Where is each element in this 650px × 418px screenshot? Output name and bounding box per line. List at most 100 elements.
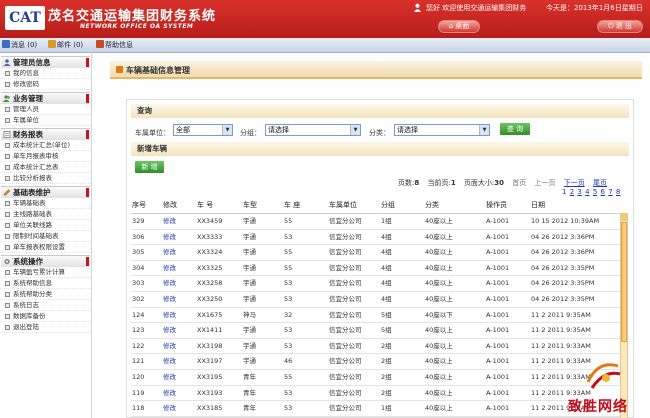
sidebar-item-cost-summary-unit[interactable]: 成本统计汇总(单位) xyxy=(0,140,91,151)
sidebar-item-help-category[interactable]: 系统帮助分类 xyxy=(0,289,91,300)
page-number-link[interactable]: 3 xyxy=(577,188,581,196)
next-page-link[interactable]: 下一页 xyxy=(564,179,585,187)
table-row: 304 修改 XX3325 宇通 55 信宜分公司 4组 40座以上 A-1001 04 26 2… xyxy=(131,261,621,277)
table-cell: XX3185 xyxy=(197,404,223,413)
page-number-link[interactable]: 6 xyxy=(601,188,605,196)
bullet-icon xyxy=(5,165,10,170)
edit-link[interactable]: 修改 xyxy=(163,370,176,385)
group-filter-select[interactable]: 请选择 ▼ xyxy=(265,124,361,136)
logout-button[interactable]: ⏻ 退 出 xyxy=(597,20,643,33)
page-number-link[interactable]: 8 xyxy=(616,188,620,196)
bullet-icon xyxy=(5,71,10,76)
edit-link[interactable]: 修改 xyxy=(163,386,176,401)
watermark-logo-icon xyxy=(586,363,621,389)
table-row: 329 修改 XX3459 宇通 55 信宜分公司 1组 40座以上 A-1001 10 15 2… xyxy=(131,214,621,230)
sidebar-item-profit-calc[interactable]: 车辆盈亏累计计算 xyxy=(0,267,91,278)
users-icon xyxy=(3,95,10,102)
table-cell: 119 xyxy=(132,388,145,397)
column-header: 修改 xyxy=(163,201,177,209)
table-cell: A-1001 xyxy=(486,404,510,413)
table-cell: A-1001 xyxy=(486,217,510,225)
table-cell: 信宜分公司 xyxy=(329,310,362,319)
scroll-up-icon[interactable] xyxy=(621,214,627,221)
sidebar-group-system[interactable]: 系统操作 xyxy=(1,255,90,267)
table-cell: 2组 xyxy=(381,372,392,381)
table-cell: 53 xyxy=(284,388,293,397)
messages-link[interactable]: 消息 (0) xyxy=(2,40,37,50)
category-filter-label: 分类： xyxy=(369,129,390,137)
page-number-link[interactable]: 5 xyxy=(593,188,597,196)
edit-link[interactable]: 修改 xyxy=(163,230,176,245)
edit-link[interactable]: 修改 xyxy=(163,245,176,260)
sidebar-item-logout[interactable]: 退出登陆 xyxy=(0,322,91,333)
chevron-down-icon: ▼ xyxy=(350,125,360,135)
table-cell: 55 xyxy=(284,372,293,381)
sidebar-item-unit-routes[interactable]: 单位关联线路 xyxy=(0,220,91,231)
page-number-link[interactable]: 4 xyxy=(585,188,589,196)
first-page-link[interactable]: 首页 xyxy=(512,179,526,187)
prev-page-link[interactable]: 上一页 xyxy=(535,179,556,187)
edit-link[interactable]: 修改 xyxy=(163,276,176,291)
welcome-text: 您好 欢迎使用交通运输集团财务 xyxy=(426,4,527,12)
sidebar-item-time-limit-table[interactable]: 限制时间基础表 xyxy=(0,231,91,242)
edit-link[interactable]: 修改 xyxy=(163,354,176,369)
table-cell: 4组 xyxy=(381,294,392,303)
page-title-bar: 车辆基础信息管理 xyxy=(110,61,642,79)
sidebar-group-base-tables[interactable]: 基础表维护 xyxy=(1,186,90,198)
table-cell: 40座以上 xyxy=(425,248,453,257)
sidebar-item-system-log[interactable]: 系统日志 xyxy=(0,300,91,311)
table-cell: A-1001 xyxy=(486,372,510,381)
sidebar-item-vehicle-units[interactable]: 车属单位 xyxy=(0,115,91,126)
mail-icon xyxy=(48,40,56,48)
table-cell: XX3459 xyxy=(197,217,223,225)
sidebar-group-finance-reports[interactable]: 财务报表 xyxy=(1,128,90,140)
table-cell: A-1001 xyxy=(486,279,510,288)
table-cell: 4组 xyxy=(381,248,392,257)
sidebar-item-report-permissions[interactable]: 单车报表权限设置 xyxy=(0,242,91,253)
edit-link[interactable]: 修改 xyxy=(163,401,176,416)
sidebar-item-monthly-audit[interactable]: 单车月报表审核 xyxy=(0,151,91,162)
page-number-link[interactable]: 7 xyxy=(608,188,612,196)
query-button[interactable]: 查 询 xyxy=(500,123,530,135)
sidebar-item-db-backup[interactable]: 数据库备份 xyxy=(0,311,91,322)
unit-filter-select[interactable]: 全部 ▼ xyxy=(173,124,233,136)
table-cell: 40座以上 xyxy=(425,232,453,241)
sidebar-group-business[interactable]: 业务管理 xyxy=(1,92,90,104)
table-cell: 青年 xyxy=(243,372,256,381)
sidebar-item-help-info[interactable]: 系统帮助信息 xyxy=(0,278,91,289)
sidebar-group-admin[interactable]: 管理员信息 xyxy=(1,56,90,68)
edit-link[interactable]: 修改 xyxy=(163,214,176,229)
mail-link[interactable]: 邮件 (0) xyxy=(48,40,83,50)
page-number-link[interactable]: 2 xyxy=(570,188,574,196)
bullet-icon xyxy=(5,292,10,297)
edit-link[interactable]: 修改 xyxy=(163,308,176,323)
table-cell: 121 xyxy=(132,357,145,366)
sidebar-item-comparison-report[interactable]: 比较分析报表 xyxy=(0,173,91,184)
sidebar-item-cost-summary[interactable]: 成本统计汇总表 xyxy=(0,162,91,173)
desktop-button[interactable]: ⌂ 桌面 xyxy=(438,20,480,33)
category-filter-select[interactable]: 请选择 ▼ xyxy=(394,124,490,136)
add-vehicle-button[interactable]: 新 增 xyxy=(135,161,164,173)
edit-link[interactable]: 修改 xyxy=(163,323,176,338)
sidebar-item-vehicle-table[interactable]: 车辆基础表 xyxy=(0,198,91,209)
table-cell: 40座以上 xyxy=(425,217,453,225)
table-cell: 宇通 xyxy=(243,279,256,288)
sidebar-item-my-info[interactable]: 我的信息 xyxy=(0,68,91,79)
edit-link[interactable]: 修改 xyxy=(163,261,176,276)
help-link[interactable]: 帮助信息 xyxy=(96,40,133,50)
sidebar-item-managers[interactable]: 管理人员 xyxy=(0,104,91,115)
edit-icon xyxy=(3,189,11,196)
column-header: 日期 xyxy=(531,201,545,209)
edit-link[interactable]: 修改 xyxy=(163,339,176,354)
sidebar-item-route-table[interactable]: 主线路基础表 xyxy=(0,209,91,220)
scrollbar-thumb[interactable] xyxy=(621,222,627,342)
app-logo: CAT xyxy=(5,6,45,30)
table-cell: 信宜分公司 xyxy=(329,326,362,335)
page-number-link[interactable]: 1 xyxy=(562,188,566,196)
watermark: 致胜网络 xyxy=(566,358,650,418)
edit-link[interactable]: 修改 xyxy=(163,292,176,307)
table-row: 122 修改 XX3198 宇通 53 信宜分公司 2组 40座以上 A-1001 11 2 20… xyxy=(131,339,621,355)
last-page-link[interactable]: 尾页 xyxy=(593,179,607,187)
sidebar-item-change-password[interactable]: 修改密码 xyxy=(0,79,91,90)
report-icon xyxy=(3,131,11,138)
